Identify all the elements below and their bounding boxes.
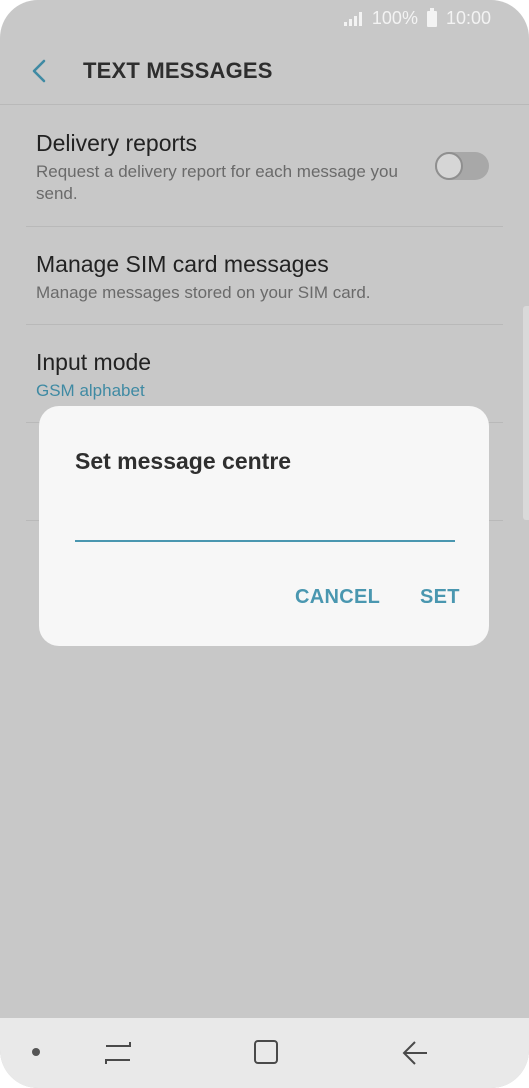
message-centre-input[interactable] — [75, 506, 455, 542]
home-icon[interactable] — [246, 1036, 286, 1070]
battery-percent: 100% — [371, 8, 418, 28]
list-divider — [26, 226, 503, 227]
page-title: TEXT MESSAGES — [83, 58, 273, 83]
dialog-title: Set message centre — [75, 448, 292, 474]
setting-subtitle: Request a delivery report for each messa… — [36, 162, 398, 203]
back-button[interactable] — [26, 54, 58, 88]
dot-icon[interactable] — [32, 1048, 40, 1056]
app-header: TEXT MESSAGES — [0, 36, 529, 106]
setting-title: Manage SIM card messages — [36, 251, 329, 277]
status-time: 10:00 — [445, 8, 491, 28]
chevron-left-icon — [32, 59, 46, 83]
scrollbar[interactable] — [523, 306, 529, 520]
setting-input-mode[interactable]: Input mode GSM alphabet — [36, 349, 493, 402]
set-message-centre-dialog: Set message centre CANCEL SET — [39, 406, 489, 646]
setting-manage-sim-messages[interactable]: Manage SIM card messages Manage messages… — [36, 251, 493, 304]
recent-apps-icon[interactable] — [98, 1036, 138, 1070]
setting-delivery-reports[interactable]: Delivery reports Request a delivery repo… — [36, 130, 409, 205]
navigation-bar — [0, 1018, 529, 1088]
delivery-reports-toggle[interactable] — [435, 152, 489, 180]
phone-screen: 100% 10:00 TEXT MESSAGES Delivery report… — [0, 0, 529, 1088]
setting-subtitle: GSM alphabet — [36, 381, 145, 400]
setting-title: Delivery reports — [36, 130, 198, 156]
header-divider — [0, 104, 529, 105]
cancel-button[interactable]: CANCEL — [295, 586, 380, 609]
list-divider — [26, 324, 503, 325]
signal-icon — [343, 11, 362, 26]
battery-icon — [426, 7, 437, 27]
set-button[interactable]: SET — [420, 586, 460, 609]
setting-title: Input mode — [36, 349, 152, 375]
setting-subtitle: Manage messages stored on your SIM card. — [36, 283, 371, 302]
toggle-knob — [435, 152, 463, 180]
status-bar: 100% 10:00 — [0, 0, 529, 36]
back-arrow-icon[interactable] — [395, 1036, 435, 1070]
